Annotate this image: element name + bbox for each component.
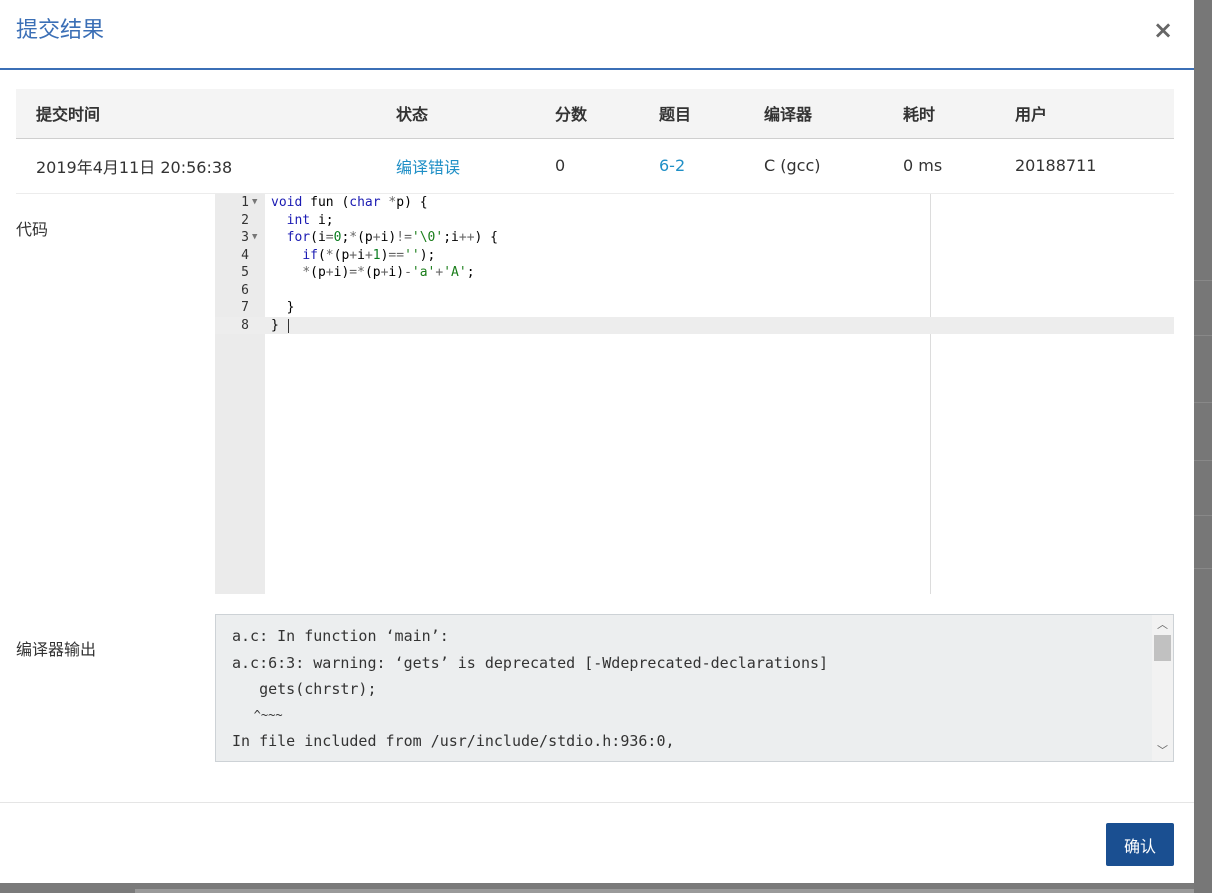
- code-text: for(i=0;*(p+i)!='\0';i++) {: [286, 230, 499, 245]
- line-number: 6: [241, 282, 249, 298]
- scroll-down-icon[interactable]: ﹀: [1152, 743, 1173, 759]
- submission-result-modal: 提交结果 × 提交时间 状态 分数 题目 编译器 耗时 用户 2019年4月11…: [0, 0, 1194, 883]
- header-problem: 题目: [639, 89, 744, 139]
- modal-title: 提交结果: [16, 18, 105, 43]
- cell-score: 0: [535, 138, 639, 194]
- table-row: 2019年4月11日 20:56:38 编译错误 0 6-2 C (gcc) 0…: [16, 138, 1174, 194]
- output-line: ^~~~: [232, 708, 283, 722]
- code-line: 2 int i;: [215, 212, 1174, 230]
- scroll-thumb[interactable]: [1154, 635, 1171, 661]
- output-line: gets(chrstr);: [232, 680, 377, 698]
- line-number: 1: [241, 195, 249, 210]
- submission-table: 提交时间 状态 分数 题目 编译器 耗时 用户 2019年4月11日 20:56…: [16, 89, 1174, 194]
- code-text: int i;: [286, 212, 334, 228]
- cell-status-link[interactable]: 编译错误: [376, 138, 535, 194]
- code-editor[interactable]: 1 ▼ void fun (char *p) { 2 int i; 3 ▼ fo…: [215, 194, 1174, 594]
- header-submit-time: 提交时间: [16, 89, 376, 139]
- background-line: [1194, 280, 1212, 281]
- header-status: 状态: [376, 89, 535, 139]
- close-button[interactable]: ×: [1152, 16, 1174, 44]
- line-number: 8: [241, 317, 249, 333]
- text-cursor: [288, 318, 289, 333]
- code-line: 7 }: [215, 299, 1174, 317]
- output-line: a.c: In function ‘main’:: [232, 627, 449, 645]
- code-text: *(p+i)=*(p+i)-'a'+'A';: [302, 265, 475, 280]
- footer-divider: [0, 802, 1194, 803]
- code-text: if(*(p+i+1)=='');: [302, 247, 436, 263]
- output-scrollbar[interactable]: ︿ ﹀: [1152, 615, 1173, 761]
- header-score: 分数: [535, 89, 639, 139]
- header-compiler: 编译器: [744, 89, 883, 139]
- line-number: 5: [241, 265, 249, 280]
- line-number: 4: [241, 247, 249, 263]
- compiler-output-box[interactable]: a.c: In function ‘main’: a.c:6:3: warnin…: [215, 614, 1174, 762]
- background-line: [1194, 460, 1212, 461]
- code-label: 代码: [16, 220, 49, 239]
- code-text: }: [271, 300, 295, 315]
- line-number: 2: [241, 212, 249, 228]
- fold-arrow-icon[interactable]: ▼: [252, 194, 257, 212]
- cell-user: 20188711: [995, 138, 1174, 194]
- code-line: 5 *(p+i)=*(p+i)-'a'+'A';: [215, 264, 1174, 282]
- fold-arrow-icon[interactable]: ▼: [252, 229, 257, 247]
- table-header-row: 提交时间 状态 分数 题目 编译器 耗时 用户: [16, 89, 1174, 139]
- code-text: void fun (char *p) {: [271, 195, 428, 210]
- cell-time: 0 ms: [883, 138, 995, 194]
- output-line: a.c:6:3: warning: ‘gets’ is deprecated […: [232, 654, 829, 672]
- background-bottom-bar: [135, 889, 1194, 893]
- code-line: 3 ▼ for(i=0;*(p+i)!='\0';i++) {: [215, 229, 1174, 247]
- code-line: 6: [215, 282, 1174, 300]
- code-line: 1 ▼ void fun (char *p) {: [215, 194, 1174, 212]
- cell-problem-link[interactable]: 6-2: [639, 138, 744, 194]
- background-line: [1194, 515, 1212, 516]
- line-number: 3: [241, 230, 249, 245]
- background-line: [1194, 402, 1212, 403]
- modal-header: 提交结果 ×: [0, 0, 1194, 70]
- header-user: 用户: [995, 89, 1174, 139]
- code-line: 4 if(*(p+i+1)=='');: [215, 247, 1174, 265]
- output-line: In file included from /usr/include/stdio…: [232, 732, 675, 750]
- cell-submit-time: 2019年4月11日 20:56:38: [16, 138, 376, 194]
- line-number: 7: [241, 300, 249, 315]
- confirm-button[interactable]: 确认: [1106, 823, 1174, 866]
- background-page: [1194, 0, 1212, 893]
- code-line-active: 8 }: [215, 316, 1174, 334]
- cell-compiler: C (gcc): [744, 138, 883, 194]
- compiler-output-label: 编译器输出: [16, 640, 97, 659]
- code-text: }: [271, 317, 279, 333]
- background-line: [1194, 335, 1212, 336]
- scroll-up-icon[interactable]: ︿: [1152, 617, 1173, 633]
- background-line: [1194, 568, 1212, 569]
- header-time: 耗时: [883, 89, 995, 139]
